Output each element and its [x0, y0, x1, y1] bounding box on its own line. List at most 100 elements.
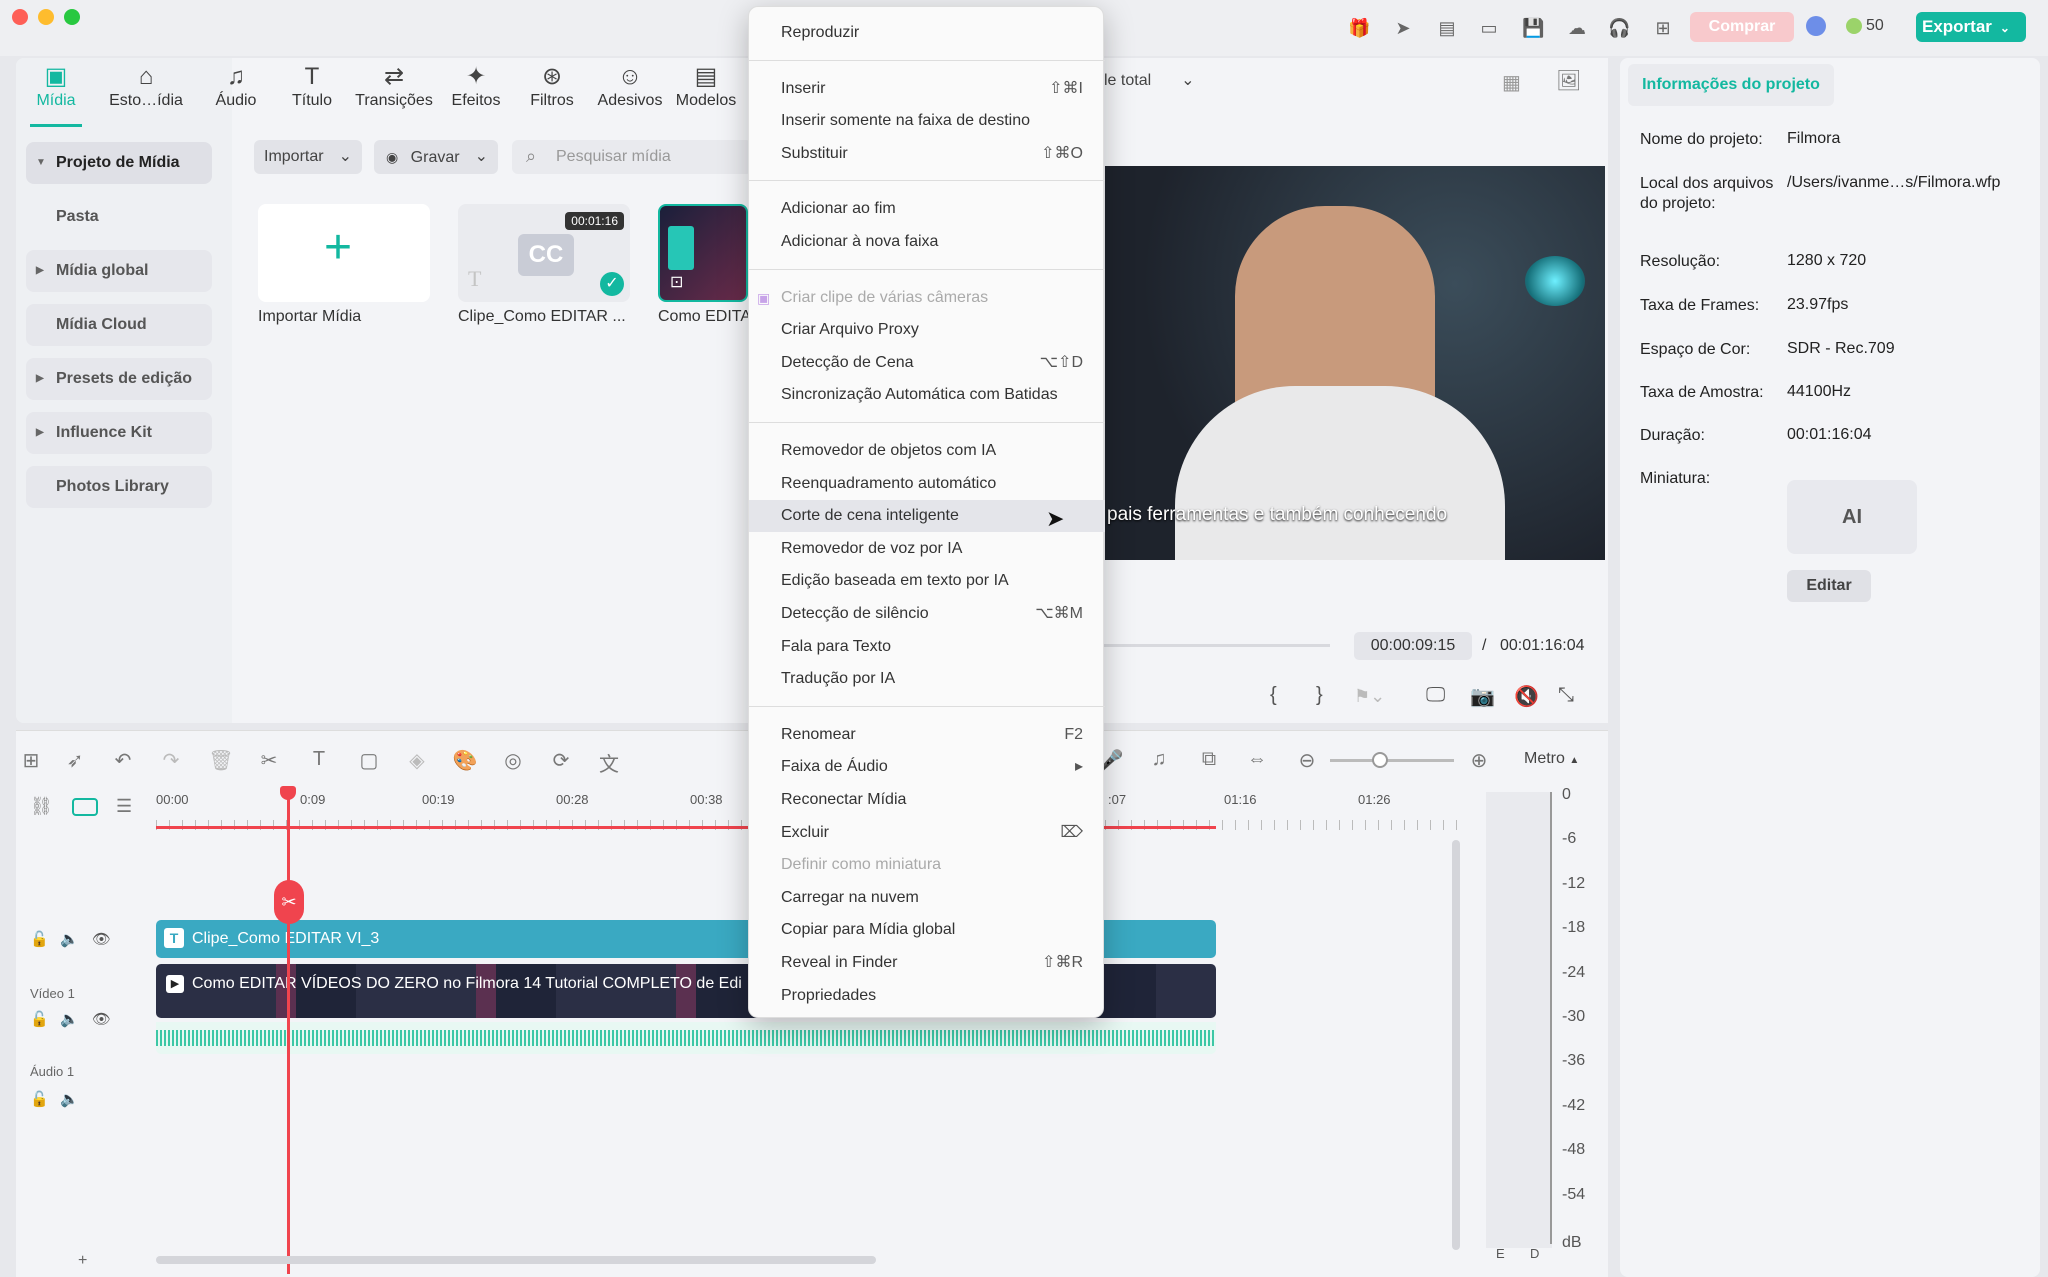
lock-icon[interactable]: 🔓	[30, 930, 49, 948]
menu-item[interactable]: Detecção de Cena ⌥⇧D	[749, 347, 1105, 379]
tab-8[interactable]: ▤ Modelos	[671, 62, 741, 126]
audio-waveform[interactable]	[156, 1022, 1216, 1054]
menu-item[interactable]: Renomear F2	[749, 719, 1105, 751]
menu-item[interactable]: Faixa de Áudio ▸	[749, 751, 1105, 783]
menu-item[interactable]: Tradução por IA	[749, 663, 1105, 695]
menu-item[interactable]: Removedor de objetos com IA	[749, 435, 1105, 467]
grid-view-icon[interactable]: ▦	[1502, 70, 1521, 95]
tab-5[interactable]: ✦ Efeitos	[446, 62, 506, 126]
lock-icon[interactable]: 🔓	[30, 1090, 49, 1108]
apps-grid-icon[interactable]: ⊞	[1652, 17, 1674, 39]
layout-grid-icon[interactable]: ⊞	[18, 748, 44, 773]
speaker-icon[interactable]: 🔈	[60, 1090, 79, 1108]
sidebar-item-cloud-media[interactable]: Mídia Cloud	[26, 304, 212, 346]
translate-icon[interactable]: 文	[596, 748, 622, 777]
export-button[interactable]: Exportar ⌄	[1916, 12, 2026, 42]
thumbnail-preview[interactable]: AI	[1787, 480, 1917, 554]
scissors-icon[interactable]: ✂	[256, 748, 282, 773]
menu-item[interactable]: Substituir ⇧⌘O	[749, 138, 1105, 170]
sidebar-item-influence-kit[interactable]: ▶ Influence Kit	[26, 412, 212, 454]
media-item-caption-clip[interactable]: CC T 00:01:16 ✓	[458, 204, 630, 302]
meter-dropdown[interactable]: Metro ▲	[1524, 750, 1579, 768]
menu-item[interactable]: Detecção de silêncio ⌥⌘M	[749, 598, 1105, 630]
video-preview[interactable]: pais ferramentas e também conhecendo	[1105, 166, 1605, 560]
mask-icon[interactable]: ◈	[404, 748, 430, 773]
color-palette-icon[interactable]: 🎨	[452, 748, 478, 773]
track-manager-icon[interactable]: ☰	[116, 796, 132, 817]
fit-width-icon[interactable]: ⇔	[1244, 748, 1270, 771]
menu-item[interactable]: Reenquadramento automático	[749, 468, 1105, 500]
eye-icon[interactable]: 👁	[92, 930, 111, 948]
tab-2[interactable]: ♫ Áudio	[208, 62, 264, 126]
speaker-icon[interactable]: 🔈	[60, 1010, 79, 1028]
media-item-video-clip[interactable]: ⊡	[658, 204, 748, 302]
import-media-card[interactable]: +	[258, 204, 430, 302]
headset-icon[interactable]: 🎧	[1608, 17, 1630, 39]
ai-tool-icon[interactable]: ◎	[500, 748, 526, 773]
menu-item[interactable]: Sincronização Automática com Batidas	[749, 379, 1105, 411]
menu-item[interactable]: Inserir somente na faixa de destino	[749, 105, 1105, 137]
mark-out-icon[interactable]: }	[1316, 684, 1323, 707]
mark-in-icon[interactable]: {	[1270, 684, 1277, 707]
buy-button[interactable]: Comprar	[1690, 12, 1794, 42]
tab-7[interactable]: ☺ Adesivos	[595, 62, 665, 126]
redo-icon[interactable]: ↷	[158, 748, 184, 773]
pip-icon[interactable]: ⧉	[1196, 748, 1222, 771]
menu-item[interactable]: Removedor de voz por IA	[749, 533, 1105, 565]
zoom-in-icon[interactable]: ⊕	[1466, 748, 1492, 773]
minimize-window-button[interactable]	[38, 9, 54, 25]
select-arrow-icon[interactable]: ➶	[62, 748, 88, 773]
tab-0[interactable]: ▣ Mídia	[26, 62, 86, 126]
send-icon[interactable]: ➤	[1392, 17, 1414, 39]
sidebar-item-folder[interactable]: Pasta	[26, 196, 212, 238]
menu-item[interactable]: Copiar para Mídia global	[749, 914, 1105, 946]
menu-item[interactable]: Adicionar ao fim	[749, 193, 1105, 225]
add-track-button[interactable]: +	[78, 1252, 87, 1270]
audio-mute-icon[interactable]: 🔇	[1514, 684, 1539, 709]
marker-flag-icon[interactable]: ⚑⌄	[1354, 686, 1385, 707]
zoom-out-icon[interactable]: ⊖	[1294, 748, 1320, 773]
menu-item[interactable]: Inserir ⇧⌘I	[749, 73, 1105, 105]
current-time[interactable]: 00:00:09:15	[1354, 632, 1472, 660]
sidebar-item-edit-presets[interactable]: ▶ Presets de edição	[26, 358, 212, 400]
zoom-window-button[interactable]	[64, 9, 80, 25]
lock-icon[interactable]: 🔓	[30, 1010, 49, 1028]
undo-icon[interactable]: ↶	[110, 748, 136, 773]
audio-mix-icon[interactable]: ♫	[1146, 748, 1172, 771]
menu-item[interactable]: Reproduzir	[749, 17, 1105, 49]
menu-item[interactable]: Excluir ⌦	[749, 817, 1105, 849]
delete-icon[interactable]: 🗑	[208, 748, 234, 773]
gift-icon[interactable]: 🎁	[1348, 17, 1370, 39]
horizontal-scrollbar[interactable]	[156, 1256, 876, 1264]
crop-icon[interactable]: ▢	[356, 748, 382, 773]
menu-item[interactable]: Carregar na nuvem	[749, 882, 1105, 914]
avatar[interactable]	[1806, 16, 1826, 36]
magnet-snap-icon[interactable]	[72, 798, 98, 816]
cloud-upload-icon[interactable]: ☁	[1566, 17, 1588, 39]
eye-icon[interactable]: 👁	[92, 1010, 111, 1028]
menu-item[interactable]: Fala para Texto	[749, 631, 1105, 663]
speed-icon[interactable]: ⟳	[548, 748, 574, 773]
tab-4[interactable]: ⇄ Transições	[352, 62, 436, 126]
zoom-slider-handle[interactable]	[1372, 752, 1388, 768]
menu-item[interactable]: Criar Arquivo Proxy	[749, 314, 1105, 346]
zoom-dropdown[interactable]: le total ⌄	[1104, 70, 1195, 90]
tab-1[interactable]: ⌂ Esto…ídia	[104, 62, 188, 126]
progress-track[interactable]	[1104, 644, 1330, 647]
import-dropdown[interactable]: Importar ⌄	[254, 140, 362, 174]
speaker-icon[interactable]: 🔈	[60, 930, 79, 948]
sidebar-item-project-media[interactable]: ▼ Projeto de Mídia	[26, 142, 212, 184]
fullscreen-icon[interactable]: ⤡	[1558, 684, 1574, 707]
menu-item[interactable]: Propriedades	[749, 980, 1105, 1012]
menu-item[interactable]: Adicionar à nova faixa	[749, 226, 1105, 258]
tab-project-info[interactable]: Informações do projeto	[1628, 64, 1834, 106]
record-dropdown[interactable]: ◉ Gravar ⌄	[374, 140, 498, 174]
tab-6[interactable]: ⊛ Filtros	[522, 62, 582, 126]
playhead[interactable]	[287, 786, 290, 1274]
link-icon[interactable]: ⛓	[30, 796, 53, 817]
sidebar-item-global-media[interactable]: ▶ Mídia global	[26, 250, 212, 292]
menu-item[interactable]: Edição baseada em texto por IA	[749, 565, 1105, 597]
vertical-scrollbar[interactable]	[1452, 840, 1460, 1250]
sidebar-item-photos-library[interactable]: Photos Library	[26, 466, 212, 508]
save-icon[interactable]: 💾	[1522, 17, 1544, 39]
